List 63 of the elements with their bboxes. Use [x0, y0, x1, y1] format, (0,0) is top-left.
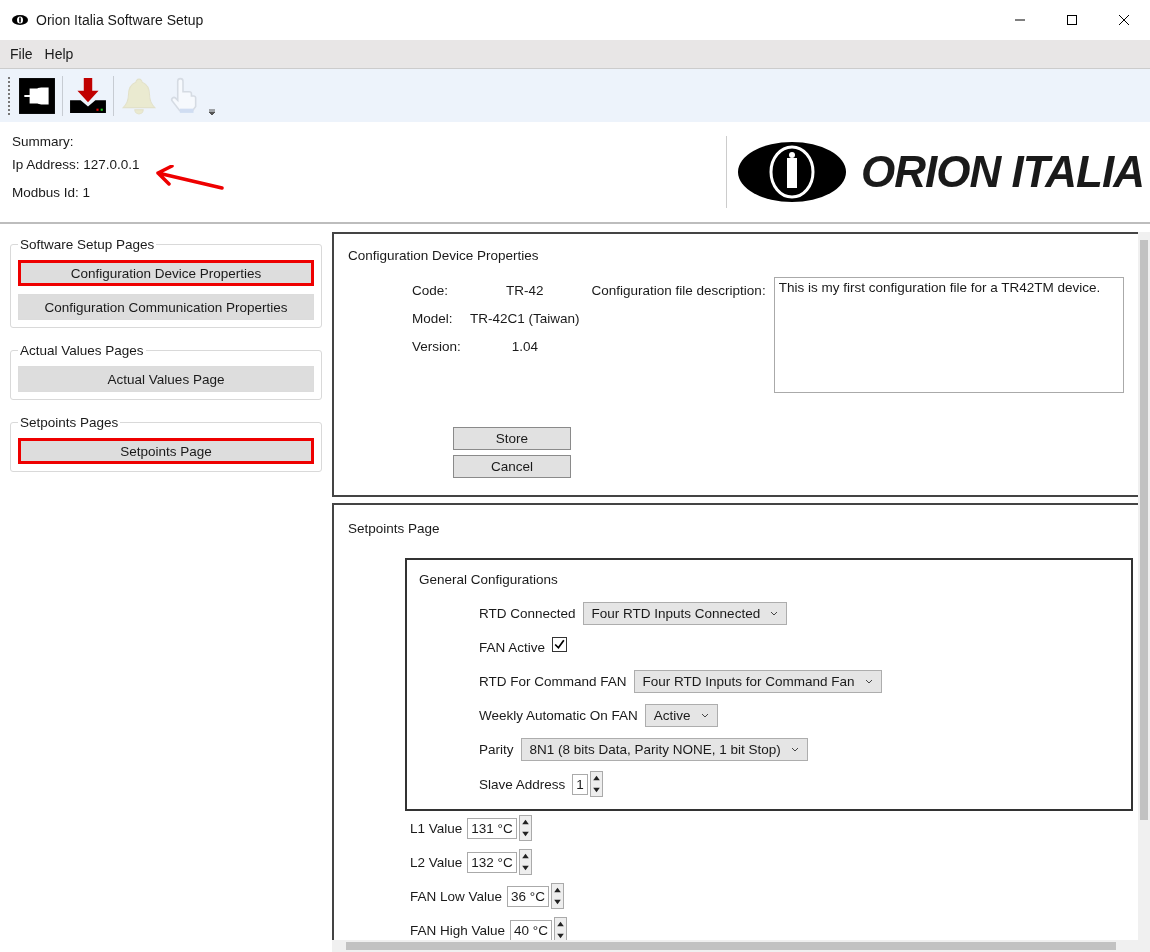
setting-label: FAN Active [479, 639, 546, 655]
dropdown[interactable]: Active [644, 703, 718, 727]
logo-text: ORION ITALIA [861, 147, 1144, 197]
window-title: Orion Italia Software Setup [36, 12, 204, 28]
field-value: TR-42 [505, 283, 545, 298]
number-field[interactable]: 132 °C [467, 851, 517, 873]
setpoint-label: L2 Value [410, 854, 463, 870]
chevron-down-icon [790, 746, 799, 752]
page-button[interactable]: Configuration Device Properties [18, 260, 314, 286]
summary-line: Modbus Id: 1 [12, 185, 91, 200]
section-title: General Configurations [419, 572, 559, 587]
spinner-arrows-icon[interactable] [554, 917, 567, 940]
description-label: Configuration file description: [591, 283, 766, 298]
logo-emblem-icon [735, 141, 849, 203]
setting-label: Slave Address [479, 776, 566, 792]
overflow-icon[interactable] [208, 108, 216, 116]
group-title: Setpoints Pages [18, 415, 121, 430]
download-icon[interactable] [69, 76, 107, 115]
checkbox[interactable] [552, 636, 568, 652]
description-field[interactable]: This is my first configuration file for a TR42TM device. [773, 277, 1124, 393]
summary-line: Ip Address: 127.0.0.1 [12, 157, 140, 172]
spinner-arrows-icon[interactable] [518, 815, 532, 841]
setpoint-label: FAN High Value [410, 922, 506, 938]
group-title: Software Setup Pages [18, 237, 157, 252]
summary-title: Summary: [12, 134, 75, 149]
plug-icon[interactable] [18, 76, 56, 115]
field-label: Version: [412, 339, 462, 354]
chevron-down-icon [864, 678, 873, 684]
setting-label: RTD For Command FAN [479, 673, 627, 689]
chevron-down-icon [770, 610, 779, 616]
spinner-arrows-icon[interactable] [518, 849, 532, 875]
menu-item[interactable]: Help [44, 46, 74, 62]
field-label: Code: [412, 283, 450, 298]
horizontal-scrollbar[interactable] [332, 940, 1150, 952]
page-button[interactable]: Setpoints Page [18, 438, 314, 464]
setting-label: Weekly Automatic On FAN [479, 707, 638, 723]
dropdown[interactable]: Four RTD Inputs for Command Fan [633, 669, 882, 693]
number-field[interactable]: 36 °C [507, 885, 549, 907]
field-label: Model: [412, 311, 454, 326]
setpoint-label: FAN Low Value [410, 888, 503, 904]
page-button[interactable]: Configuration Communication Properties [18, 294, 314, 320]
menu-item[interactable]: File [10, 46, 33, 62]
panel-title: Setpoints Page [348, 521, 441, 536]
dropdown[interactable]: Four RTD Inputs Connected [582, 601, 788, 625]
action-button[interactable]: Cancel [453, 455, 571, 478]
setting-label: Parity [479, 741, 514, 757]
setpoint-label: L1 Value [410, 820, 463, 836]
chevron-down-icon [700, 712, 709, 718]
eye-logo-icon [12, 15, 28, 25]
annotation-arrow [153, 165, 224, 191]
page-button[interactable]: Actual Values Page [18, 366, 314, 392]
vertical-scrollbar[interactable] [1138, 232, 1150, 940]
number-field[interactable]: 131 °C [467, 817, 517, 839]
dropdown[interactable]: 8N1 (8 bits Data, Parity NONE, 1 bit Stop) [520, 737, 808, 761]
spinner-arrows-icon[interactable] [551, 883, 564, 909]
spinner-arrows-icon[interactable] [589, 771, 603, 797]
panel-title: Configuration Device Properties [348, 248, 540, 263]
setting-label: RTD Connected [479, 605, 576, 621]
group-title: Actual Values Pages [18, 343, 146, 358]
field-value: 1.04 [510, 339, 539, 354]
action-button[interactable]: Store [453, 427, 571, 450]
field-value: TR-42C1 (Taiwan) [470, 311, 580, 326]
number-field[interactable]: 1 [572, 773, 588, 795]
